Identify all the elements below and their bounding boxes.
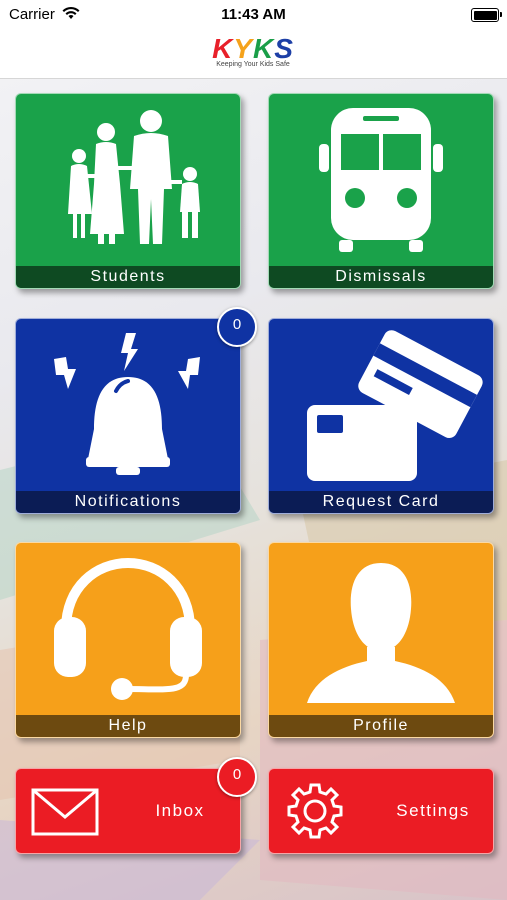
family-icon	[68, 110, 200, 244]
bus-icon	[319, 108, 443, 252]
help-tile[interactable]: Help	[15, 542, 241, 738]
inbox-badge: 0	[217, 757, 257, 797]
inbox-tile[interactable]: Inbox	[15, 768, 241, 854]
logo-letter: K	[253, 33, 275, 64]
logo-letter: S	[274, 33, 294, 64]
status-bar: Carrier 11:43 AM	[0, 0, 507, 30]
headset-icon	[54, 557, 202, 700]
app-header: KYKS Keeping Your Kids Safe	[0, 30, 507, 79]
dismissals-label: Dismissals	[269, 266, 493, 288]
kyks-logo: KYKS Keeping Your Kids Safe	[203, 34, 303, 74]
dismissals-tile[interactable]: Dismissals	[268, 93, 494, 289]
profile-label: Profile	[269, 715, 493, 737]
notifications-label: Notifications	[16, 491, 240, 513]
settings-tile[interactable]: Settings	[268, 768, 494, 854]
clock-label: 11:43 AM	[221, 6, 286, 23]
gear-icon	[287, 783, 343, 839]
logo-tagline: Keeping Your Kids Safe	[216, 61, 290, 68]
alarm-bell-icon	[54, 333, 200, 475]
envelope-icon	[31, 788, 99, 836]
logo-wordmark: KYKS	[203, 34, 303, 64]
students-label: Students	[16, 266, 240, 288]
help-label: Help	[16, 715, 240, 737]
logo-letter: K	[212, 33, 234, 64]
profile-tile[interactable]: Profile	[268, 542, 494, 738]
notifications-badge: 0	[217, 307, 257, 347]
battery-icon	[471, 8, 502, 22]
notifications-tile[interactable]: Notifications	[15, 318, 241, 514]
request-card-label: Request Card	[269, 491, 493, 513]
request-card-tile[interactable]: Request Card	[268, 318, 494, 514]
person-icon	[307, 563, 455, 703]
logo-letter: Y	[233, 33, 253, 64]
settings-label: Settings	[396, 801, 470, 820]
cards-icon	[307, 330, 483, 481]
students-tile[interactable]: Students	[15, 93, 241, 289]
